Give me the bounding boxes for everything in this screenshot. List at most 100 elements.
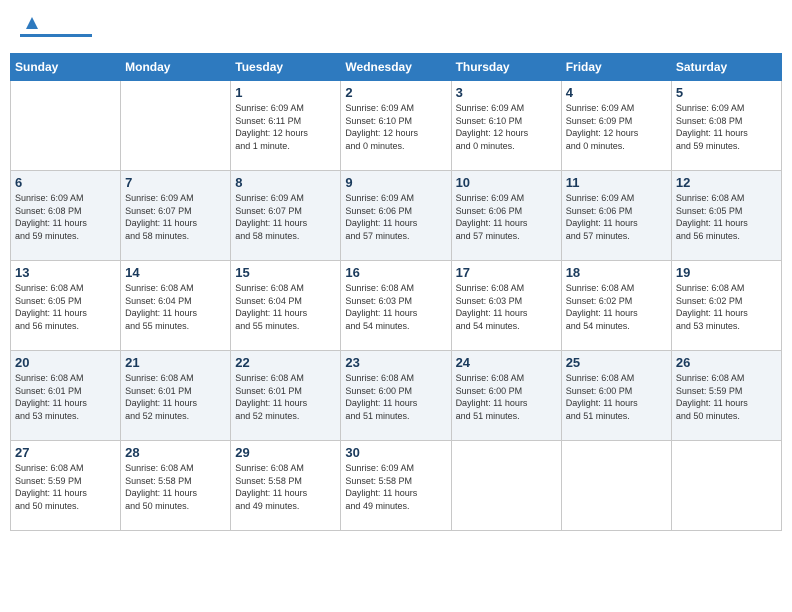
calendar-cell: 29 Sunrise: 6:08 AM Sunset: 5:58 PM Dayli… — [231, 441, 341, 531]
cell-info: Sunrise: 6:08 AM Sunset: 6:01 PM Dayligh… — [235, 372, 336, 422]
day-number: 7 — [125, 175, 226, 190]
cell-info: Sunrise: 6:08 AM Sunset: 6:01 PM Dayligh… — [125, 372, 226, 422]
day-number: 19 — [676, 265, 777, 280]
calendar-cell: 1 Sunrise: 6:09 AM Sunset: 6:11 PM Daylig… — [231, 81, 341, 171]
cell-info: Sunrise: 6:09 AM Sunset: 6:06 PM Dayligh… — [345, 192, 446, 242]
cell-info: Sunrise: 6:08 AM Sunset: 6:00 PM Dayligh… — [456, 372, 557, 422]
day-number: 9 — [345, 175, 446, 190]
cell-info: Sunrise: 6:08 AM Sunset: 5:58 PM Dayligh… — [125, 462, 226, 512]
day-number: 27 — [15, 445, 116, 460]
calendar-cell: 14 Sunrise: 6:08 AM Sunset: 6:04 PM Dayli… — [121, 261, 231, 351]
cell-info: Sunrise: 6:09 AM Sunset: 6:08 PM Dayligh… — [676, 102, 777, 152]
week-row-3: 13 Sunrise: 6:08 AM Sunset: 6:05 PM Dayli… — [11, 261, 782, 351]
calendar-cell: 16 Sunrise: 6:08 AM Sunset: 6:03 PM Dayli… — [341, 261, 451, 351]
cell-info: Sunrise: 6:08 AM Sunset: 6:04 PM Dayligh… — [235, 282, 336, 332]
col-header-thursday: Thursday — [451, 54, 561, 81]
cell-info: Sunrise: 6:08 AM Sunset: 5:59 PM Dayligh… — [15, 462, 116, 512]
day-number: 15 — [235, 265, 336, 280]
cell-info: Sunrise: 6:08 AM Sunset: 6:05 PM Dayligh… — [15, 282, 116, 332]
cell-info: Sunrise: 6:09 AM Sunset: 6:06 PM Dayligh… — [456, 192, 557, 242]
cell-info: Sunrise: 6:08 AM Sunset: 6:03 PM Dayligh… — [345, 282, 446, 332]
day-number: 28 — [125, 445, 226, 460]
calendar-cell: 3Sunrise: 6:09 AM Sunset: 6:10 PM Daylig… — [451, 81, 561, 171]
day-number: 26 — [676, 355, 777, 370]
day-number: 4 — [566, 85, 667, 100]
day-number: 8 — [235, 175, 336, 190]
day-number: 16 — [345, 265, 446, 280]
calendar-cell — [561, 441, 671, 531]
cell-info: Sunrise: 6:09 AM Sunset: 6:10 PM Dayligh… — [456, 102, 557, 152]
calendar-cell: 20Sunrise: 6:08 AM Sunset: 6:01 PM Dayli… — [11, 351, 121, 441]
day-number: 17 — [456, 265, 557, 280]
day-number: 20 — [15, 355, 116, 370]
day-number: 12 — [676, 175, 777, 190]
col-header-tuesday: Tuesday — [231, 54, 341, 81]
cell-info: Sunrise: 6:09 AM Sunset: 6:11 PM Dayligh… — [235, 102, 336, 152]
cell-info: Sunrise: 6:09 AM Sunset: 6:09 PM Dayligh… — [566, 102, 667, 152]
col-header-sunday: Sunday — [11, 54, 121, 81]
week-row-4: 20 Sunrise: 6:08 AM Sunset: 6:01 PM Dayli… — [11, 351, 782, 441]
calendar-cell: 7 Sunrise: 6:09 AM Sunset: 6:07 PM Daylig… — [121, 171, 231, 261]
day-number: 13 — [15, 265, 116, 280]
day-number: 25 — [566, 355, 667, 370]
day-number: 30 — [345, 445, 446, 460]
calendar-cell: 18Sunrise: 6:08 AM Sunset: 6:02 PM Dayli… — [561, 261, 671, 351]
calendar-cell: 10 Sunrise: 6:09 AM Sunset: 6:06 PM Dayli… — [451, 171, 561, 261]
cell-info: Sunrise: 6:08 AM Sunset: 6:02 PM Dayligh… — [566, 282, 667, 332]
calendar-cell: 6 Sunrise: 6:09 AM Sunset: 6:08 PM Daylig… — [11, 171, 121, 261]
cell-info: Sunrise: 6:09 AM Sunset: 6:07 PM Dayligh… — [125, 192, 226, 242]
logo-arrow-icon — [23, 14, 41, 32]
day-number: 2 — [345, 85, 446, 100]
cell-info: Sunrise: 6:08 AM Sunset: 5:59 PM Dayligh… — [676, 372, 777, 422]
calendar-cell — [121, 81, 231, 171]
calendar-cell: 21 Sunrise: 6:08 AM Sunset: 6:01 PM Dayli… — [121, 351, 231, 441]
col-header-friday: Friday — [561, 54, 671, 81]
day-number: 21 — [125, 355, 226, 370]
day-number: 14 — [125, 265, 226, 280]
calendar-header-row: SundayMondayTuesdayWednesdayThursdayFrid… — [11, 54, 782, 81]
calendar-cell: 25Sunrise: 6:08 AM Sunset: 6:00 PM Dayli… — [561, 351, 671, 441]
calendar-cell: 30 Sunrise: 6:09 AM Sunset: 5:58 PM Dayli… — [341, 441, 451, 531]
calendar-cell: 17 Sunrise: 6:08 AM Sunset: 6:03 PM Dayli… — [451, 261, 561, 351]
cell-info: Sunrise: 6:08 AM Sunset: 6:03 PM Dayligh… — [456, 282, 557, 332]
calendar-cell — [11, 81, 121, 171]
calendar-table: SundayMondayTuesdayWednesdayThursdayFrid… — [10, 53, 782, 531]
day-number: 10 — [456, 175, 557, 190]
week-row-2: 6 Sunrise: 6:09 AM Sunset: 6:08 PM Daylig… — [11, 171, 782, 261]
calendar-cell: 12 Sunrise: 6:08 AM Sunset: 6:05 PM Dayli… — [671, 171, 781, 261]
cell-info: Sunrise: 6:08 AM Sunset: 6:02 PM Dayligh… — [676, 282, 777, 332]
col-header-monday: Monday — [121, 54, 231, 81]
week-row-5: 27 Sunrise: 6:08 AM Sunset: 5:59 PM Dayli… — [11, 441, 782, 531]
calendar-cell: 23 Sunrise: 6:08 AM Sunset: 6:00 PM Dayli… — [341, 351, 451, 441]
calendar-cell: 24 Sunrise: 6:08 AM Sunset: 6:00 PM Dayli… — [451, 351, 561, 441]
cell-info: Sunrise: 6:08 AM Sunset: 6:05 PM Dayligh… — [676, 192, 777, 242]
calendar-cell: 8Sunrise: 6:09 AM Sunset: 6:07 PM Daylig… — [231, 171, 341, 261]
cell-info: Sunrise: 6:08 AM Sunset: 6:04 PM Dayligh… — [125, 282, 226, 332]
calendar-cell: 5 Sunrise: 6:09 AM Sunset: 6:08 PM Daylig… — [671, 81, 781, 171]
day-number: 6 — [15, 175, 116, 190]
cell-info: Sunrise: 6:09 AM Sunset: 6:06 PM Dayligh… — [566, 192, 667, 242]
calendar-cell: 26 Sunrise: 6:08 AM Sunset: 5:59 PM Dayli… — [671, 351, 781, 441]
col-header-saturday: Saturday — [671, 54, 781, 81]
day-number: 29 — [235, 445, 336, 460]
cell-info: Sunrise: 6:08 AM Sunset: 5:58 PM Dayligh… — [235, 462, 336, 512]
calendar-cell — [451, 441, 561, 531]
day-number: 23 — [345, 355, 446, 370]
cell-info: Sunrise: 6:09 AM Sunset: 5:58 PM Dayligh… — [345, 462, 446, 512]
day-number: 1 — [235, 85, 336, 100]
day-number: 22 — [235, 355, 336, 370]
calendar-cell: 15 Sunrise: 6:08 AM Sunset: 6:04 PM Dayli… — [231, 261, 341, 351]
calendar-cell: 13 Sunrise: 6:08 AM Sunset: 6:05 PM Dayli… — [11, 261, 121, 351]
col-header-wednesday: Wednesday — [341, 54, 451, 81]
calendar-cell: 28 Sunrise: 6:08 AM Sunset: 5:58 PM Dayli… — [121, 441, 231, 531]
day-number: 5 — [676, 85, 777, 100]
calendar-cell: 2Sunrise: 6:09 AM Sunset: 6:10 PM Daylig… — [341, 81, 451, 171]
calendar-cell: 4 Sunrise: 6:09 AM Sunset: 6:09 PM Daylig… — [561, 81, 671, 171]
cell-info: Sunrise: 6:09 AM Sunset: 6:08 PM Dayligh… — [15, 192, 116, 242]
cell-info: Sunrise: 6:08 AM Sunset: 6:00 PM Dayligh… — [345, 372, 446, 422]
calendar-cell: 19 Sunrise: 6:08 AM Sunset: 6:02 PM Dayli… — [671, 261, 781, 351]
day-number: 11 — [566, 175, 667, 190]
day-number: 24 — [456, 355, 557, 370]
page-header — [10, 10, 782, 45]
calendar-cell: 11 Sunrise: 6:09 AM Sunset: 6:06 PM Dayli… — [561, 171, 671, 261]
